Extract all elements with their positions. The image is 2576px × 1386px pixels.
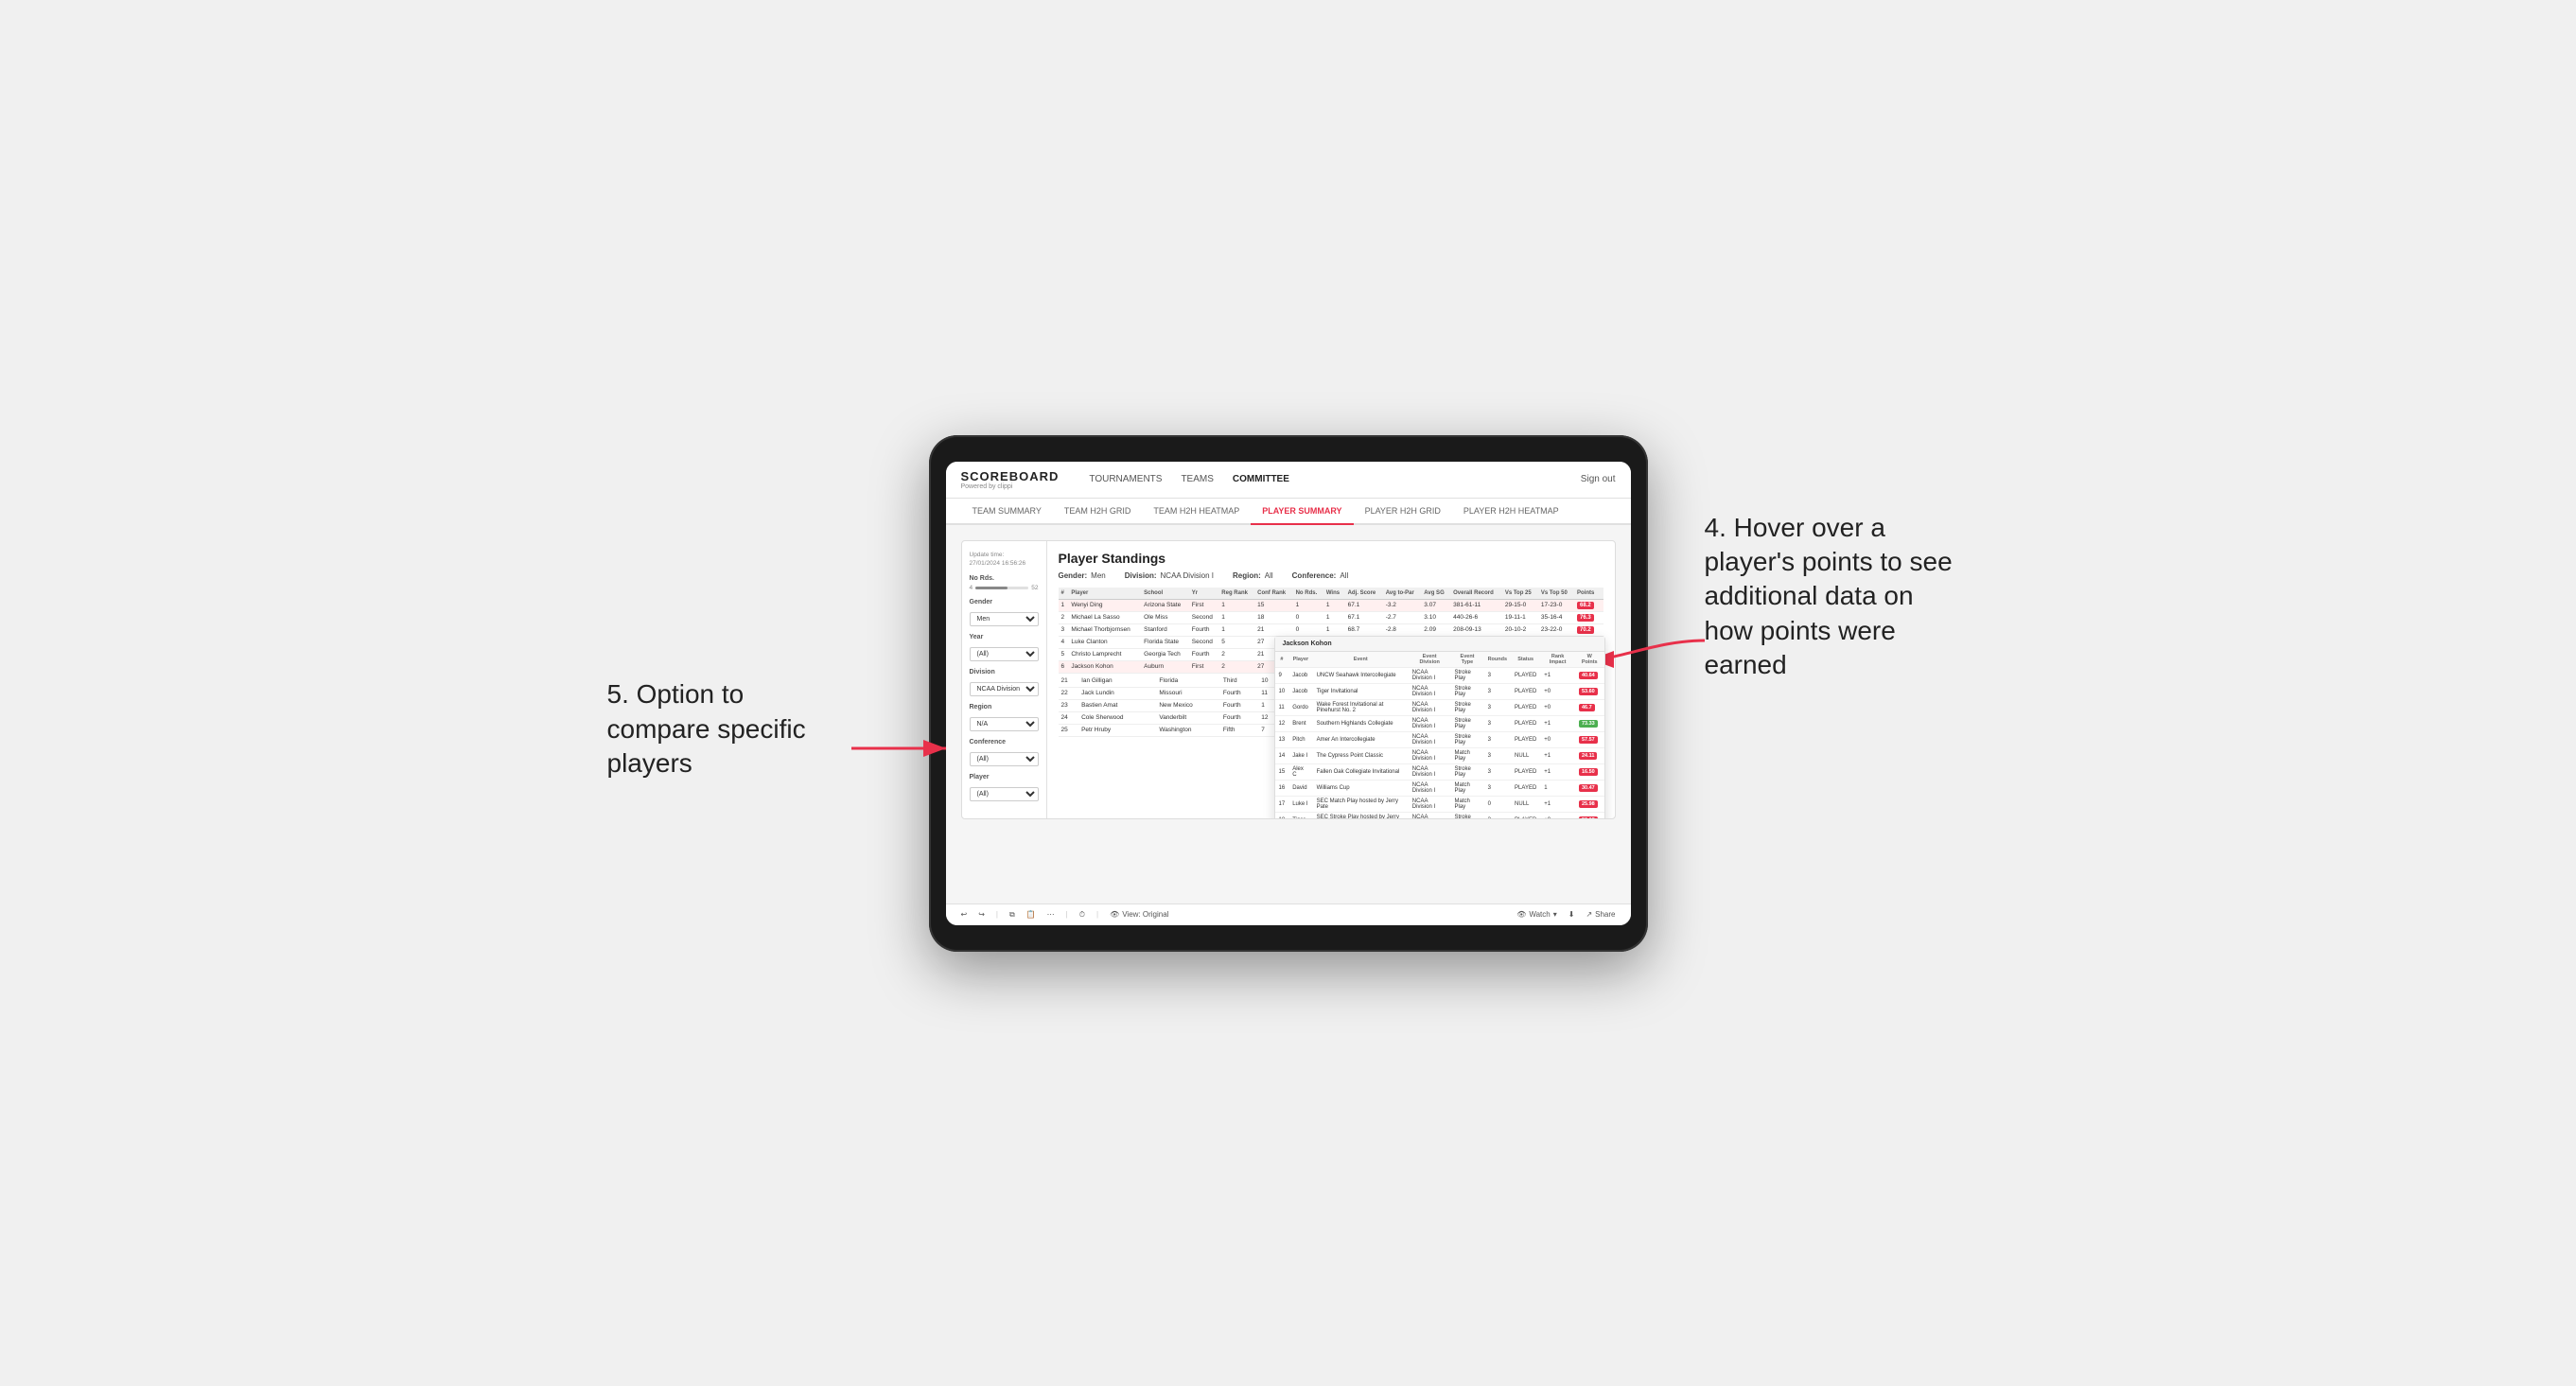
year-select[interactable]: (All) xyxy=(970,647,1039,661)
division-select[interactable]: NCAA Division I xyxy=(970,682,1039,696)
logo-sub: Powered by clippi xyxy=(961,483,1060,490)
col-points: Points xyxy=(1574,588,1603,600)
paste-btn[interactable]: 📋 xyxy=(1026,910,1036,919)
list-item: 13Pitch Amer An Intercollegiate NCAA Div… xyxy=(1275,731,1604,747)
tooltip-popup: Jackson Kohon # Player Event Event Divis… xyxy=(1274,636,1605,818)
update-time: Update time: 27/01/2024 16:56:26 xyxy=(970,551,1039,568)
col-avg-sg: Avg SG xyxy=(1421,588,1450,600)
redo-btn[interactable]: ↪ xyxy=(978,910,985,919)
subnav-team-h2h-grid[interactable]: TEAM H2H GRID xyxy=(1053,499,1143,525)
list-item: 10Jacob Tiger Invitational NCAA Division… xyxy=(1275,683,1604,699)
copy-btn[interactable]: ⧉ xyxy=(1009,910,1015,920)
watch-btn[interactable]: 👁 Watch ▾ xyxy=(1516,910,1557,919)
tooltip-header: Jackson Kohon xyxy=(1275,637,1604,652)
bottom-toolbar: ↩ ↪ | ⧉ 📋 ⋯ | ⏱ | 👁 View: Original 👁 Wat… xyxy=(946,904,1631,925)
col-rank: # xyxy=(1059,588,1069,600)
share-btn[interactable]: ↗ Share xyxy=(1586,910,1615,919)
filters-panel: Update time: 27/01/2024 16:56:26 No Rds.… xyxy=(962,541,1047,818)
list-item: 17Luke I SEC Match Play hosted by Jerry … xyxy=(1275,796,1604,812)
annotation-left: 5. Option to compare specific players xyxy=(607,677,853,781)
annotation-right: 4. Hover over a player's points to see a… xyxy=(1705,511,1970,683)
clock-btn[interactable]: ⏱ xyxy=(1079,910,1085,920)
nav-teams[interactable]: TEAMS xyxy=(1181,472,1213,486)
subnav-player-h2h-heatmap[interactable]: PLAYER H2H HEATMAP xyxy=(1452,499,1570,525)
list-item: 16David Williams Cup NCAA Division I Mat… xyxy=(1275,780,1604,796)
settings-btn[interactable]: ⋯ xyxy=(1047,910,1055,919)
col-school: School xyxy=(1141,588,1189,600)
view-original-btn[interactable]: 👁 View: Original xyxy=(1110,910,1168,919)
col-adj-score: Adj. Score xyxy=(1345,588,1383,600)
filter-no-rds: No Rds. 4 52 xyxy=(970,575,1039,591)
standings-filter-bar: Gender: Men Division: NCAA Division I Re… xyxy=(1059,571,1603,580)
logo-title: SCOREBOARD xyxy=(961,469,1060,483)
region-select[interactable]: N/A xyxy=(970,717,1039,731)
nav-tournaments[interactable]: TOURNAMENTS xyxy=(1089,472,1162,486)
player-select[interactable]: (All) xyxy=(970,787,1039,801)
sign-out-link[interactable]: Sign out xyxy=(1581,474,1616,484)
filter-player: Player (All) xyxy=(970,774,1039,801)
table-row: 2 Michael La Sasso Ole Miss Second 1 18 … xyxy=(1059,611,1603,623)
col-wins: Wins xyxy=(1323,588,1345,600)
nav-committee[interactable]: COMMITTEE xyxy=(1233,472,1289,486)
list-item: 11Gordo Wake Forest Invitational at Pine… xyxy=(1275,699,1604,715)
table-area: Player Standings Gender: Men Division: N… xyxy=(1047,541,1615,818)
col-vs-top25: Vs Top 25 xyxy=(1502,588,1538,600)
filter-year: Year (All) xyxy=(970,634,1039,661)
slider-fill xyxy=(975,587,1008,589)
sub-nav: TEAM SUMMARY TEAM H2H GRID TEAM H2H HEAT… xyxy=(946,499,1631,525)
filter-region: Region N/A xyxy=(970,704,1039,731)
table-row: 3 Michael Thorbjornsen Stanford Fourth 1… xyxy=(1059,623,1603,636)
list-item: 12Brent Southern Highlands Collegiate NC… xyxy=(1275,715,1604,731)
list-item: 14Jake I The Cypress Point Classic NCAA … xyxy=(1275,747,1604,763)
page-wrapper: 4. Hover over a player's points to see a… xyxy=(626,435,1951,952)
subnav-team-summary[interactable]: TEAM SUMMARY xyxy=(961,499,1053,525)
slider-bar[interactable] xyxy=(975,587,1028,589)
col-yr: Yr xyxy=(1189,588,1219,600)
standings-title: Player Standings xyxy=(1059,551,1603,566)
subnav-player-summary[interactable]: PLAYER SUMMARY xyxy=(1251,499,1353,525)
col-reg-rank: Reg Rank xyxy=(1218,588,1254,600)
col-no-rds: No Rds. xyxy=(1293,588,1323,600)
col-overall-record: Overall Record xyxy=(1450,588,1502,600)
table-row: 1 Wenyi Ding Arizona State First 1 15 1 … xyxy=(1059,599,1603,611)
undo-btn[interactable]: ↩ xyxy=(961,910,968,919)
list-item: 18Tiger SEC Stroke Play hosted by Jerry … xyxy=(1275,812,1604,818)
content-panel: Update time: 27/01/2024 16:56:26 No Rds.… xyxy=(961,540,1616,819)
col-conf-rank: Conf Rank xyxy=(1254,588,1292,600)
filter-division: Division NCAA Division I xyxy=(970,669,1039,696)
col-player: Player xyxy=(1068,588,1141,600)
conference-select[interactable]: (All) xyxy=(970,752,1039,766)
nav-links: TOURNAMENTS TEAMS COMMITTEE xyxy=(1089,472,1557,486)
filter-conference: Conference (All) xyxy=(970,739,1039,766)
tablet-frame: SCOREBOARD Powered by clippi TOURNAMENTS… xyxy=(929,435,1648,952)
arrow-left xyxy=(842,729,955,767)
subnav-player-h2h-grid[interactable]: PLAYER H2H GRID xyxy=(1354,499,1452,525)
filter-gender: Gender Men xyxy=(970,599,1039,626)
list-item: 15Alex C Fallen Oak Collegiate Invitatio… xyxy=(1275,763,1604,780)
col-vs-top50: Vs Top 50 xyxy=(1538,588,1574,600)
main-content: Update time: 27/01/2024 16:56:26 No Rds.… xyxy=(946,525,1631,904)
tooltip-table: # Player Event Event Division Event Type… xyxy=(1275,652,1604,818)
logo-area: SCOREBOARD Powered by clippi xyxy=(961,469,1060,490)
list-item: 9Jacob UNCW Seahawk Intercollegiate NCAA… xyxy=(1275,667,1604,683)
download-btn[interactable]: ⬇ xyxy=(1568,910,1575,919)
col-avg-to-par: Avg to-Par xyxy=(1383,588,1422,600)
gender-select[interactable]: Men xyxy=(970,612,1039,626)
tablet-screen: SCOREBOARD Powered by clippi TOURNAMENTS… xyxy=(946,462,1631,925)
subnav-team-h2h-heatmap[interactable]: TEAM H2H HEATMAP xyxy=(1142,499,1251,525)
top-nav: SCOREBOARD Powered by clippi TOURNAMENTS… xyxy=(946,462,1631,499)
